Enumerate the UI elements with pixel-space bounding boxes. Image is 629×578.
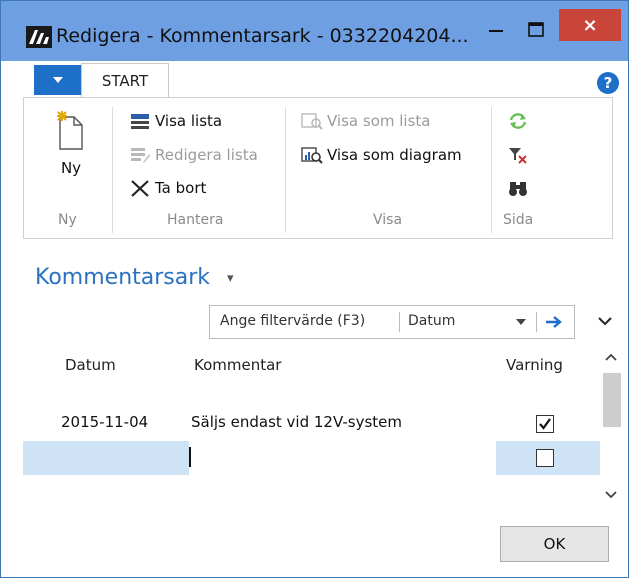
- table-row-selected-datum[interactable]: [23, 441, 189, 475]
- maximize-icon: [528, 22, 544, 37]
- close-button[interactable]: ×: [559, 9, 621, 41]
- ribbon-separator: [112, 107, 113, 233]
- scroll-down-icon[interactable]: [605, 491, 617, 499]
- group-label-sida: Sida: [503, 212, 534, 228]
- show-as-list-label: Visa som lista: [327, 112, 431, 130]
- group-label-visa: Visa: [373, 212, 403, 228]
- binoculars-icon: [509, 182, 527, 196]
- group-label-hantera: Hantera: [167, 212, 224, 228]
- dropdown-arrow-icon: [52, 77, 63, 83]
- page-title[interactable]: Kommentarsark ▾: [35, 265, 234, 290]
- kommentar-text-input[interactable]: [189, 443, 495, 473]
- application-menu-button[interactable]: [34, 65, 81, 95]
- view-list-button[interactable]: Visa lista: [129, 112, 222, 130]
- page-title-caret-icon: ▾: [227, 270, 234, 286]
- filter-bar: Ange filtervärde (F3) Datum: [209, 305, 575, 339]
- show-as-chart-label: Visa som diagram: [327, 146, 462, 164]
- show-as-list-icon: [301, 113, 323, 130]
- ok-button[interactable]: OK: [500, 526, 609, 562]
- help-icon[interactable]: ?: [597, 72, 619, 94]
- table-cell-varning-checkbox[interactable]: [536, 415, 554, 433]
- delete-label: Ta bort: [155, 179, 207, 197]
- minimize-icon: [489, 30, 503, 32]
- group-label-ny: Ny: [58, 212, 77, 228]
- new-document-icon: [57, 111, 83, 150]
- page-title-text: Kommentarsark: [35, 265, 211, 290]
- show-as-chart-button[interactable]: Visa som diagram: [301, 146, 462, 164]
- close-icon: ×: [582, 14, 598, 36]
- title-bar: Redigera - Kommentarsark - 0332204204...…: [1, 1, 628, 61]
- text-cursor: [189, 447, 191, 467]
- edit-list-label: Redigera lista: [155, 146, 258, 164]
- column-header-datum[interactable]: Datum: [65, 356, 116, 374]
- table-cell-varning-checkbox[interactable]: [536, 449, 554, 467]
- edit-list-icon: [131, 148, 150, 163]
- column-header-kommentar[interactable]: Kommentar: [194, 356, 281, 374]
- filter-field-dropdown-icon[interactable]: [516, 319, 526, 325]
- filter-field-select[interactable]: Datum: [408, 313, 455, 329]
- maximize-button[interactable]: [516, 15, 556, 45]
- filter-input[interactable]: Ange filtervärde (F3): [220, 313, 365, 329]
- show-as-chart-icon: [301, 147, 323, 164]
- column-header-varning[interactable]: Varning: [506, 356, 563, 374]
- clear-filter-icon: [509, 148, 527, 164]
- table-cell-datum[interactable]: 2015-11-04: [61, 413, 148, 431]
- new-button[interactable]: Ny: [49, 109, 93, 177]
- tab-start[interactable]: START: [81, 63, 169, 98]
- clear-filter-button[interactable]: [507, 146, 533, 164]
- show-as-list-button[interactable]: Visa som lista: [301, 112, 430, 130]
- view-list-icon: [131, 114, 149, 129]
- table-cell-kommentar[interactable]: Säljs endast vid 12V-system: [191, 413, 402, 431]
- app-logo-icon: [26, 26, 52, 48]
- scrollbar-thumb[interactable]: [603, 373, 621, 427]
- view-list-label: Visa lista: [155, 112, 223, 130]
- expand-chevron-icon[interactable]: [598, 316, 612, 326]
- window-title: Redigera - Kommentarsark - 0332204204...: [56, 25, 469, 47]
- scroll-up-icon[interactable]: [605, 353, 617, 361]
- refresh-button[interactable]: [507, 112, 533, 130]
- delete-x-icon: [131, 180, 149, 197]
- new-button-label: Ny: [60, 159, 82, 177]
- checkmark-icon: [539, 418, 551, 430]
- delete-button[interactable]: Ta bort: [129, 179, 206, 197]
- refresh-icon: [509, 113, 527, 129]
- apply-filter-arrow-icon[interactable]: [545, 314, 563, 330]
- minimize-button[interactable]: [481, 15, 511, 45]
- ribbon-separator: [491, 107, 492, 233]
- ribbon-separator: [285, 107, 286, 233]
- filter-divider: [536, 312, 537, 332]
- find-button[interactable]: [507, 179, 533, 197]
- vertical-scrollbar[interactable]: [601, 345, 621, 509]
- filter-divider: [399, 312, 400, 332]
- edit-list-button[interactable]: Redigera lista: [129, 146, 258, 164]
- dialog-window: Redigera - Kommentarsark - 0332204204...…: [0, 0, 629, 578]
